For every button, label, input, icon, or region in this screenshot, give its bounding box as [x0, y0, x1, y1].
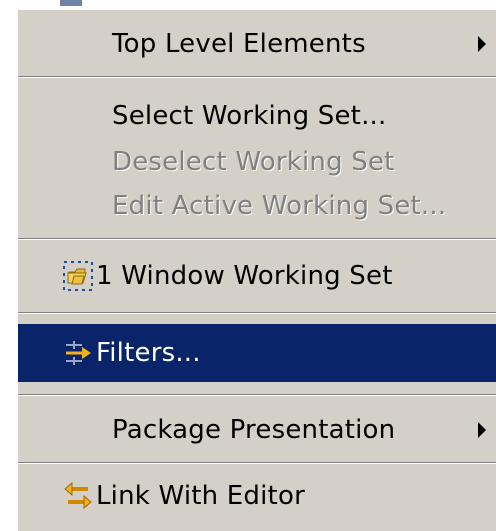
view-menu: Top Level Elements Select Working Set...… [16, 8, 496, 531]
menu-item-label: 1 Window Working Set [96, 261, 393, 291]
menu-item-label: Deselect Working Set [112, 147, 395, 177]
menu-separator [18, 76, 496, 78]
menu-separator [18, 394, 496, 396]
window-top-edge [0, 0, 496, 8]
menu-item-edit-active-working-set: Edit Active Working Set... [18, 178, 496, 234]
menu-separator [18, 312, 496, 314]
menu-item-label: Filters... [96, 338, 201, 368]
menu-item-label: Top Level Elements [112, 29, 366, 59]
menu-item-package-presentation[interactable]: Package Presentation [18, 402, 496, 458]
menu-item-label: Package Presentation [112, 415, 396, 445]
filters-icon [62, 337, 94, 369]
menu-item-filters[interactable]: Filters... [18, 324, 496, 382]
submenu-arrow-icon [478, 36, 486, 52]
window-icon-fragment [60, 0, 82, 6]
menu-separator [18, 462, 496, 464]
menu-item-window-working-set[interactable]: 1 Window Working Set [18, 248, 496, 304]
menu-item-link-with-editor[interactable]: Link With Editor [18, 468, 496, 524]
link-with-editor-icon [62, 480, 94, 512]
menu-item-top-level-elements[interactable]: Top Level Elements [18, 16, 496, 72]
menu-separator [18, 238, 496, 240]
menu-item-label: Link With Editor [96, 481, 305, 511]
menu-item-label: Select Working Set... [112, 101, 387, 131]
menu-item-label: Edit Active Working Set... [112, 191, 447, 221]
working-set-icon [62, 260, 94, 292]
submenu-arrow-icon [478, 422, 486, 438]
